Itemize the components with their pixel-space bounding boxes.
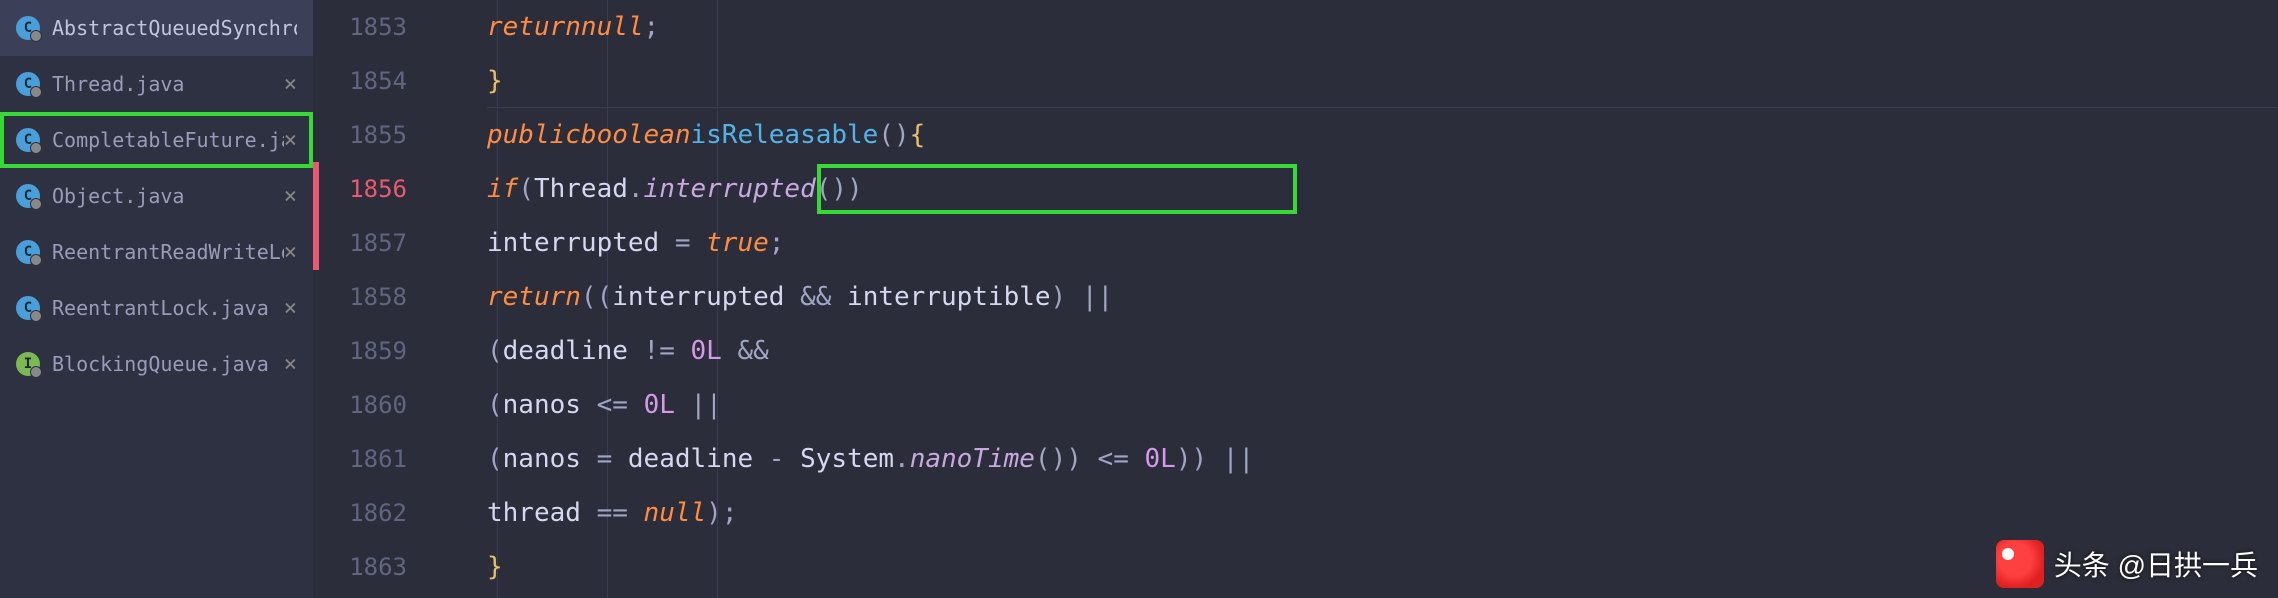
- code-line: thread == null);: [487, 486, 2278, 540]
- class-icon: C: [16, 16, 40, 40]
- watermark: 头条 @日拱一兵: [1996, 540, 2258, 588]
- line-number[interactable]: 1859: [313, 324, 487, 378]
- file-tab[interactable]: C ReentrantReadWriteLock.java×: [0, 224, 313, 280]
- line-number[interactable]: 1853: [313, 0, 487, 54]
- tab-label: CompletableFuture.java: [52, 128, 284, 152]
- tab-label: BlockingQueue.java: [52, 352, 269, 376]
- tab-label: Thread.java: [52, 72, 184, 96]
- tabs-panel: C AbstractQueuedSynchronizer.java C Thread.…: [0, 0, 313, 598]
- line-number[interactable]: 1854: [313, 54, 487, 108]
- keyword-if: if: [487, 174, 518, 204]
- class-icon: C: [16, 296, 40, 320]
- code-line: }: [487, 54, 2278, 108]
- file-tab[interactable]: C ReentrantLock.java ×: [0, 280, 313, 336]
- file-tab[interactable]: C AbstractQueuedSynchronizer.java: [0, 0, 313, 56]
- tab-label: ReentrantLock.java: [52, 296, 269, 320]
- file-tab[interactable]: I BlockingQueue.java ×: [0, 336, 313, 392]
- method-interrupted: interrupted: [644, 174, 816, 204]
- close-icon[interactable]: ×: [284, 184, 297, 209]
- close-icon[interactable]: ×: [284, 352, 297, 377]
- error-stripe: [313, 162, 319, 216]
- keyword-null: null: [581, 12, 644, 42]
- code-line: if (Thread.interrupted()): [487, 162, 2278, 216]
- tab-label: AbstractQueuedSynchronizer.java: [52, 16, 297, 40]
- error-stripe: [313, 216, 319, 270]
- keyword-public: public: [487, 120, 581, 150]
- file-tab[interactable]: C Thread.java ×: [0, 56, 313, 112]
- close-icon[interactable]: ×: [284, 296, 297, 321]
- line-number[interactable]: 1857: [313, 216, 487, 270]
- file-tab[interactable]: C Object.java ×: [0, 168, 313, 224]
- line-number[interactable]: 1861: [313, 432, 487, 486]
- interface-icon: I: [16, 352, 40, 376]
- class-System: System: [800, 444, 894, 474]
- editor: 1853185418551856185718581859186018611862…: [313, 0, 2278, 598]
- code-line: return null;: [487, 0, 2278, 54]
- line-number[interactable]: 1855: [313, 108, 487, 162]
- keyword-return: return: [487, 282, 581, 312]
- class-icon: C: [16, 128, 40, 152]
- code-line: return ((interrupted && interruptible) |…: [487, 270, 2278, 324]
- method-nanoTime: nanoTime: [910, 444, 1035, 474]
- tab-label: Object.java: [52, 184, 184, 208]
- line-number[interactable]: 1860: [313, 378, 487, 432]
- code-line: (deadline != 0L &&: [487, 324, 2278, 378]
- class-Thread: Thread: [534, 174, 628, 204]
- keyword-return: return: [487, 12, 581, 42]
- watermark-logo-icon: [1996, 540, 2044, 588]
- code-line: public boolean isReleasable() {: [487, 108, 2278, 162]
- highlight-box: [817, 164, 1297, 214]
- code-line: (nanos <= 0L ||: [487, 378, 2278, 432]
- code-line: interrupted = true;: [487, 216, 2278, 270]
- file-tab[interactable]: C CompletableFuture.java×: [0, 112, 313, 168]
- line-number[interactable]: 1862: [313, 486, 487, 540]
- close-icon[interactable]: ×: [284, 240, 297, 265]
- line-number[interactable]: 1863: [313, 540, 487, 594]
- class-icon: C: [16, 240, 40, 264]
- line-number[interactable]: 1856: [313, 162, 487, 216]
- class-icon: C: [16, 72, 40, 96]
- tab-label: ReentrantReadWriteLock.java: [52, 240, 284, 264]
- code-area[interactable]: return null; } public boolean isReleasab…: [487, 0, 2278, 598]
- keyword-true: true: [706, 228, 769, 258]
- keyword-boolean: boolean: [581, 120, 691, 150]
- line-number[interactable]: 1858: [313, 270, 487, 324]
- ident: interrupted: [487, 228, 659, 258]
- close-icon[interactable]: ×: [284, 72, 297, 97]
- method-isReleasable: isReleasable: [691, 120, 879, 150]
- gutter: 1853185418551856185718581859186018611862…: [313, 0, 487, 598]
- class-icon: C: [16, 184, 40, 208]
- close-icon[interactable]: ×: [284, 128, 297, 153]
- code-line: (nanos = deadline - System.nanoTime()) <…: [487, 432, 2278, 486]
